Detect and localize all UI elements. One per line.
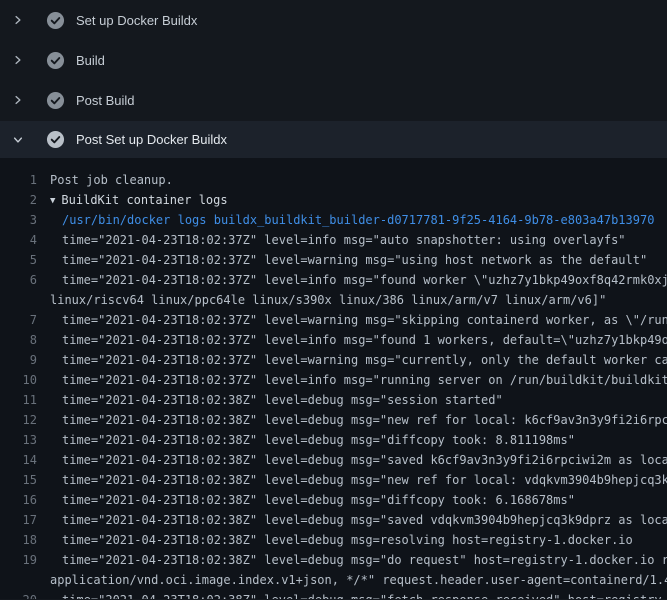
log-line-text: time="2021-04-23T18:02:38Z" level=debug … bbox=[50, 590, 667, 599]
log-line-text: time="2021-04-23T18:02:37Z" level=warnin… bbox=[50, 350, 667, 370]
log-line-text: application/vnd.oci.image.index.v1+json,… bbox=[50, 570, 667, 590]
line-number[interactable]: 1 bbox=[0, 170, 37, 190]
log-line: 11 time="2021-04-23T18:02:38Z" level=debu… bbox=[0, 390, 667, 410]
chevron-right-icon bbox=[10, 52, 26, 68]
line-number[interactable]: 3 bbox=[0, 210, 37, 230]
log-line: 13 time="2021-04-23T18:02:38Z" level=debu… bbox=[0, 430, 667, 450]
log-line: 19 time="2021-04-23T18:02:38Z" level=debu… bbox=[0, 550, 667, 570]
log-line-text: time="2021-04-23T18:02:37Z" level=info m… bbox=[50, 270, 667, 290]
step-label: Post Build bbox=[76, 93, 135, 108]
log-line: 20 time="2021-04-23T18:02:38Z" level=debu… bbox=[0, 590, 667, 599]
line-number[interactable]: 16 bbox=[0, 490, 37, 510]
chevron-right-icon bbox=[10, 12, 26, 28]
log-line: 16 time="2021-04-23T18:02:38Z" level=debu… bbox=[0, 490, 667, 510]
log-rows: 1 Post job cleanup. 2 ▼BuildKit container l… bbox=[0, 170, 667, 599]
log-line-text: time="2021-04-23T18:02:37Z" level=warnin… bbox=[50, 310, 667, 330]
step-row-post-build[interactable]: Post Build bbox=[0, 80, 667, 120]
line-number[interactable]: 10 bbox=[0, 370, 37, 390]
chevron-right-icon bbox=[10, 92, 26, 108]
line-number bbox=[0, 570, 37, 590]
log-line: 15 time="2021-04-23T18:02:38Z" level=debu… bbox=[0, 470, 667, 490]
log-line: linux/riscv64 linux/ppc64le linux/s390x … bbox=[0, 290, 667, 310]
line-number[interactable]: 17 bbox=[0, 510, 37, 530]
log-line-text: time="2021-04-23T18:02:38Z" level=debug … bbox=[50, 410, 667, 430]
check-circle-icon bbox=[46, 91, 65, 110]
line-number[interactable]: 7 bbox=[0, 310, 37, 330]
step-row-set-up-docker-buildx[interactable]: Set up Docker Buildx bbox=[0, 0, 667, 40]
triangle-down-icon: ▼ bbox=[50, 191, 55, 211]
line-number[interactable]: 12 bbox=[0, 410, 37, 430]
log-line: 9 time="2021-04-23T18:02:37Z" level=warni… bbox=[0, 350, 667, 370]
step-label: Post Set up Docker Buildx bbox=[76, 132, 227, 147]
log-group-toggle[interactable]: ▼BuildKit container logs bbox=[50, 190, 228, 210]
line-number[interactable]: 18 bbox=[0, 530, 37, 550]
log-line-text: Post job cleanup. bbox=[50, 170, 173, 190]
log-line-text: time="2021-04-23T18:02:38Z" level=debug … bbox=[50, 450, 667, 470]
line-number[interactable]: 20 bbox=[0, 590, 37, 599]
log-line-text: time="2021-04-23T18:02:37Z" level=info m… bbox=[50, 330, 667, 350]
step-label: Set up Docker Buildx bbox=[76, 13, 197, 28]
log-line: 2 ▼BuildKit container logs bbox=[0, 190, 667, 210]
line-number[interactable]: 11 bbox=[0, 390, 37, 410]
log-line: 12 time="2021-04-23T18:02:38Z" level=debu… bbox=[0, 410, 667, 430]
line-number[interactable]: 8 bbox=[0, 330, 37, 350]
check-circle-icon bbox=[46, 51, 65, 70]
line-number[interactable]: 5 bbox=[0, 250, 37, 270]
line-number[interactable]: 13 bbox=[0, 430, 37, 450]
line-number[interactable]: 19 bbox=[0, 550, 37, 570]
log-line-text: time="2021-04-23T18:02:38Z" level=debug … bbox=[50, 490, 575, 510]
line-number[interactable]: 14 bbox=[0, 450, 37, 470]
log-line: 8 time="2021-04-23T18:02:37Z" level=info … bbox=[0, 330, 667, 350]
log-line: application/vnd.oci.image.index.v1+json,… bbox=[0, 570, 667, 590]
log-line-text: time="2021-04-23T18:02:38Z" level=debug … bbox=[50, 510, 667, 530]
actions-log-viewer: { "steps": [ { "label": "Set up Docker B… bbox=[0, 0, 667, 600]
log-line-text: time="2021-04-23T18:02:37Z" level=info m… bbox=[50, 370, 667, 390]
line-number[interactable]: 2 bbox=[0, 190, 37, 210]
line-number bbox=[0, 290, 37, 310]
log-line: 5 time="2021-04-23T18:02:37Z" level=warni… bbox=[0, 250, 667, 270]
log-line-text: time="2021-04-23T18:02:38Z" level=debug … bbox=[50, 530, 633, 550]
log-line: 4 time="2021-04-23T18:02:37Z" level=info … bbox=[0, 230, 667, 250]
log-line-text: time="2021-04-23T18:02:38Z" level=debug … bbox=[50, 390, 503, 410]
step-list: Set up Docker Buildx Build Post Build Po… bbox=[0, 0, 667, 158]
log-line: 17 time="2021-04-23T18:02:38Z" level=debu… bbox=[0, 510, 667, 530]
log-line: 7 time="2021-04-23T18:02:37Z" level=warni… bbox=[0, 310, 667, 330]
line-number[interactable]: 9 bbox=[0, 350, 37, 370]
check-circle-icon bbox=[46, 130, 65, 149]
line-number[interactable]: 4 bbox=[0, 230, 37, 250]
log-command-text: /usr/bin/docker logs buildx_buildkit_bui… bbox=[50, 210, 654, 230]
step-label: Build bbox=[76, 53, 105, 68]
log-line: 1 Post job cleanup. bbox=[0, 170, 667, 190]
line-number[interactable]: 15 bbox=[0, 470, 37, 490]
step-row-build[interactable]: Build bbox=[0, 40, 667, 80]
log-line-text: time="2021-04-23T18:02:38Z" level=debug … bbox=[50, 430, 575, 450]
log-line-text: time="2021-04-23T18:02:37Z" level=warnin… bbox=[50, 250, 647, 270]
chevron-down-icon bbox=[10, 132, 26, 148]
log-line: 3/usr/bin/docker logs buildx_buildkit_bu… bbox=[0, 210, 667, 230]
log-output: 1 Post job cleanup. 2 ▼BuildKit container l… bbox=[0, 158, 667, 599]
line-number[interactable]: 6 bbox=[0, 270, 37, 290]
step-row-post-set-up-docker-buildx[interactable]: Post Set up Docker Buildx bbox=[0, 121, 667, 158]
log-line-text: time="2021-04-23T18:02:38Z" level=debug … bbox=[50, 470, 667, 490]
log-line-text: time="2021-04-23T18:02:38Z" level=debug … bbox=[50, 550, 667, 570]
log-line: 14 time="2021-04-23T18:02:38Z" level=debu… bbox=[0, 450, 667, 470]
log-line: 10 time="2021-04-23T18:02:37Z" level=info… bbox=[0, 370, 667, 390]
check-circle-icon bbox=[46, 11, 65, 30]
log-line-text: time="2021-04-23T18:02:37Z" level=info m… bbox=[50, 230, 626, 250]
log-line: 6 time="2021-04-23T18:02:37Z" level=info … bbox=[0, 270, 667, 290]
log-line-text: linux/riscv64 linux/ppc64le linux/s390x … bbox=[50, 290, 606, 310]
log-line: 18 time="2021-04-23T18:02:38Z" level=debu… bbox=[0, 530, 667, 550]
